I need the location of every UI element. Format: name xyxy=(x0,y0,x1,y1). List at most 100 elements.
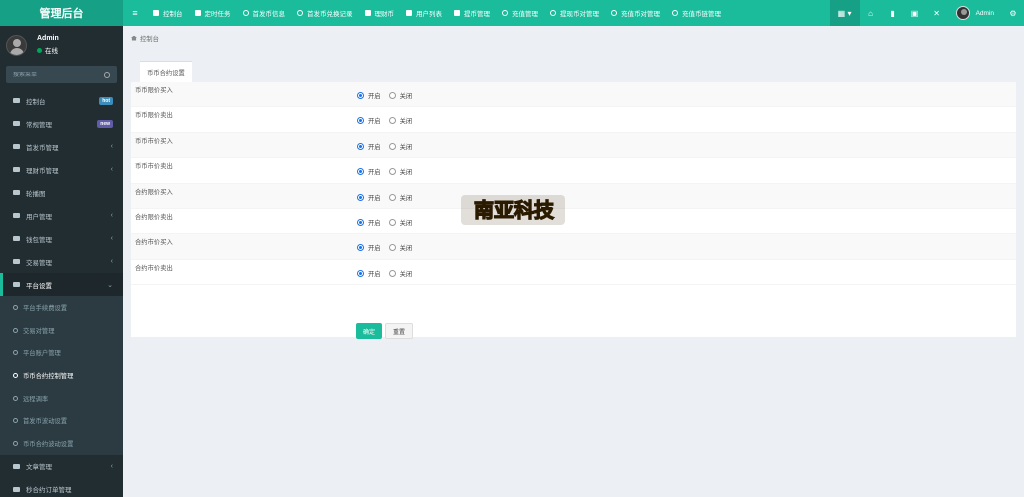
sidebar-subitem[interactable]: 币币合约波动设置 xyxy=(0,432,123,455)
topnav-item[interactable]: 首发币兑换记录 xyxy=(291,0,359,26)
sidebar-item[interactable]: 理财币管理 ‹ xyxy=(0,158,123,181)
radio-button[interactable] xyxy=(357,244,364,252)
radio-button[interactable] xyxy=(388,117,396,125)
radio-option-on[interactable]: 开启 xyxy=(357,193,381,202)
topnav-item[interactable]: 定时任务 xyxy=(189,0,237,26)
sidebar-item-label: 交易管理 xyxy=(26,259,52,267)
radio-button[interactable] xyxy=(388,218,396,226)
radio-button[interactable] xyxy=(357,92,364,99)
list-icon xyxy=(194,10,201,16)
radio-button[interactable] xyxy=(388,168,396,176)
grid-icon: ▦ ▾ xyxy=(837,8,852,18)
topnav-item[interactable]: 充值币对管理 xyxy=(605,0,666,26)
radio-option-off[interactable]: 关闭 xyxy=(388,218,412,227)
reset-button[interactable]: 重置 xyxy=(385,323,414,339)
search-icon[interactable] xyxy=(104,71,110,78)
language-button[interactable]: ▣ xyxy=(904,0,926,26)
menu-icon xyxy=(13,486,20,492)
radio-button[interactable] xyxy=(357,142,364,150)
radio-option-on[interactable]: 开启 xyxy=(357,142,381,151)
topnav-item[interactable]: 提现币对管理 xyxy=(544,0,605,26)
radio-option-on[interactable]: 开启 xyxy=(357,167,381,176)
apps-dropdown-button[interactable]: ▦ ▾ xyxy=(829,0,860,26)
sidebar-item-label: 文章管理 xyxy=(26,464,52,472)
sidebar-item[interactable]: 钱包管理 ‹ xyxy=(0,227,123,250)
sidebar-subitem[interactable]: 平台手续费设置 xyxy=(0,296,123,319)
tab-contract-settings[interactable]: 币币合约设置 xyxy=(140,61,192,82)
sidebar-subitem[interactable]: 远程调率 xyxy=(0,387,123,410)
chevron-left-icon: ‹ xyxy=(110,166,113,173)
sidebar-item[interactable]: 交易管理 ‹ xyxy=(0,250,123,273)
sidebar-item[interactable]: 用户管理 ‹ xyxy=(0,204,123,227)
home-icon xyxy=(131,35,137,41)
sidebar-item[interactable]: 平台设置 ⌄ xyxy=(0,273,123,296)
menu-icon xyxy=(13,167,20,172)
trash-icon: ▮ xyxy=(890,8,895,18)
menu-icon xyxy=(13,213,20,218)
circle-icon xyxy=(550,10,556,16)
radio-option-off[interactable]: 关闭 xyxy=(388,193,412,202)
menu-toggle-button[interactable]: ≡ xyxy=(123,0,147,26)
sidebar-subitem[interactable]: 交易对管理 xyxy=(0,319,123,342)
topnav-item[interactable]: 控制台 xyxy=(147,0,189,26)
topnav-item[interactable]: 提币管理 xyxy=(448,0,496,26)
radio-option-off[interactable]: 关闭 xyxy=(388,243,412,252)
sidebar-item-label: 控制台 xyxy=(26,98,46,106)
radio-option-off[interactable]: 关闭 xyxy=(388,91,412,100)
radio-option-on[interactable]: 开启 xyxy=(357,218,381,227)
fullscreen-button[interactable]: ✕ xyxy=(926,0,948,26)
sidebar-subitem[interactable]: 币币合约控制管理 xyxy=(0,364,123,387)
submit-button[interactable]: 确定 xyxy=(356,323,383,339)
sidebar-item[interactable]: 首发币管理 ‹ xyxy=(0,135,123,158)
clear-cache-button[interactable]: ▮ xyxy=(882,0,904,26)
radio-option-off[interactable]: 关闭 xyxy=(388,142,412,151)
radio-button[interactable] xyxy=(357,193,364,201)
radio-option-on[interactable]: 开启 xyxy=(357,269,381,278)
setting-label: 币币市价卖出 xyxy=(135,163,173,171)
home-button[interactable]: ⌂ xyxy=(860,0,882,26)
sidebar-item[interactable]: 秒合约订单管理 xyxy=(0,478,123,497)
radio-button[interactable] xyxy=(388,269,396,277)
menu-icon xyxy=(13,236,20,241)
radio-option-off[interactable]: 关闭 xyxy=(388,116,412,125)
topnav-item[interactable]: 用户列表 xyxy=(400,0,448,26)
sidebar-subitem[interactable]: 平台账户管理 xyxy=(0,341,123,364)
radio-button[interactable] xyxy=(388,92,396,99)
sidebar-submenu: 平台手续费设置交易对管理平台账户管理 币币合约控制管理 远程调率 首发币波动设置 币币合… xyxy=(0,296,123,455)
radio-option-off[interactable]: 关闭 xyxy=(388,269,412,278)
gear-icon: ⚙ xyxy=(1009,8,1017,18)
sidebar-item[interactable]: 控制台 hot xyxy=(0,89,123,112)
sidebar-item[interactable]: 常规管理 new xyxy=(0,112,123,135)
settings-button[interactable]: ⚙ xyxy=(1002,0,1024,26)
sidebar-subitem-label: 交易对管理 xyxy=(23,327,55,335)
radio-option-on[interactable]: 开启 xyxy=(357,91,381,100)
radio-option-on[interactable]: 开启 xyxy=(357,243,381,252)
sidebar-item-label: 平台设置 xyxy=(26,282,52,290)
radio-button[interactable] xyxy=(357,218,364,226)
sidebar-subitem[interactable]: 首发币波动设置 xyxy=(0,409,123,432)
topnav-item[interactable]: 充值币链管理 xyxy=(666,0,727,26)
sidebar-item[interactable]: 文章管理 ‹ xyxy=(0,455,123,478)
radio-button[interactable] xyxy=(388,142,396,150)
topnav-item[interactable]: 首发币信息 xyxy=(237,0,292,26)
setting-label: 币币限价卖出 xyxy=(135,112,173,120)
search-input[interactable] xyxy=(13,71,103,78)
dashboard-icon xyxy=(153,10,159,16)
radio-label: 开启 xyxy=(368,245,381,253)
radio-button[interactable] xyxy=(388,244,396,252)
topnav-item[interactable]: 理财币 xyxy=(359,0,401,26)
radio-button[interactable] xyxy=(357,117,364,125)
sidebar-item[interactable]: 轮播图 xyxy=(0,181,123,204)
radio-button[interactable] xyxy=(388,193,396,201)
app-logo[interactable]: 管理后台 xyxy=(0,0,123,26)
radio-button[interactable] xyxy=(357,269,364,277)
radio-option-off[interactable]: 关闭 xyxy=(388,167,413,177)
user-menu[interactable]: Admin xyxy=(948,6,1002,20)
setting-row: 币币市价卖出开启 关闭 xyxy=(131,158,1016,184)
radio-label: 关闭 xyxy=(399,169,413,177)
chevron-left-icon: ‹ xyxy=(110,235,113,242)
breadcrumb-home[interactable]: 控制台 xyxy=(140,34,159,43)
topnav-item[interactable]: 充值管理 xyxy=(496,0,544,26)
radio-option-on[interactable]: 开启 xyxy=(357,116,381,125)
radio-button[interactable] xyxy=(357,168,364,176)
